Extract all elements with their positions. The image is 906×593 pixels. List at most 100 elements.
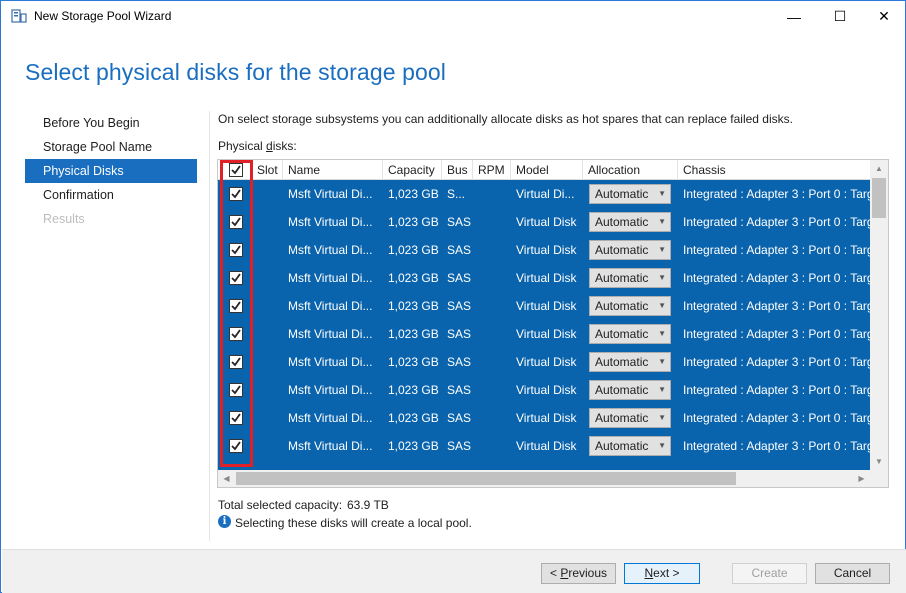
cell-capacity: 1,023 GB bbox=[388, 439, 439, 453]
row-checkbox[interactable] bbox=[229, 243, 243, 257]
cell-name: Msft Virtual Di... bbox=[288, 439, 373, 453]
nav-item-physical-disks[interactable]: Physical Disks bbox=[25, 159, 197, 183]
cell-bus: SAS bbox=[447, 411, 472, 425]
cancel-button[interactable]: Cancel bbox=[815, 563, 890, 584]
wizard-window: New Storage Pool Wizard — ☐ ✕ Select phy… bbox=[0, 0, 906, 593]
allocation-dropdown[interactable]: Automatic ▼ bbox=[589, 184, 671, 204]
row-checkbox[interactable] bbox=[229, 187, 243, 201]
table-row[interactable]: Msft Virtual Di... 1,023 GB SAS Virtual … bbox=[218, 376, 870, 404]
next-access-key: N bbox=[644, 566, 654, 580]
minimize-button[interactable]: — bbox=[771, 1, 817, 32]
row-checkbox[interactable] bbox=[229, 271, 243, 285]
table-row[interactable]: Msft Virtual Di... 1,023 GB SAS Virtual … bbox=[218, 292, 870, 320]
scroll-left-icon[interactable]: ◀ bbox=[218, 470, 235, 487]
cell-capacity: 1,023 GB bbox=[388, 327, 439, 341]
previous-button[interactable]: < Previous bbox=[541, 563, 616, 584]
physical-disks-label: Physical disks: bbox=[218, 139, 297, 153]
vertical-scrollbar[interactable]: ▲ ▼ bbox=[870, 160, 888, 470]
allocation-dropdown[interactable]: Automatic ▼ bbox=[589, 380, 671, 400]
table-row[interactable]: Msft Virtual Di... 1,023 GB SAS Virtual … bbox=[218, 236, 870, 264]
table-row[interactable]: Msft Virtual Di... 1,023 GB SAS Virtual … bbox=[218, 404, 870, 432]
row-checkbox[interactable] bbox=[229, 327, 243, 341]
table-row[interactable]: Msft Virtual Di... 1,023 GB SAS Virtual … bbox=[218, 432, 870, 460]
cell-bus: SAS bbox=[447, 215, 472, 229]
cell-model: Virtual Disk bbox=[516, 355, 577, 369]
select-all-checkbox[interactable] bbox=[229, 163, 243, 177]
cell-capacity: 1,023 GB bbox=[388, 271, 439, 285]
scroll-up-icon[interactable]: ▲ bbox=[870, 160, 888, 177]
window-title: New Storage Pool Wizard bbox=[34, 9, 172, 23]
nav-item-storage-pool-name[interactable]: Storage Pool Name bbox=[25, 135, 197, 159]
cell-model: Virtual Disk bbox=[516, 271, 577, 285]
physical-disks-label-prefix: Physical bbox=[218, 139, 267, 153]
column-header-bus[interactable]: Bus bbox=[442, 160, 473, 180]
header-select-all[interactable] bbox=[218, 160, 252, 180]
cell-capacity: 1,023 GB bbox=[388, 243, 439, 257]
row-checkbox[interactable] bbox=[229, 383, 243, 397]
column-header-capacity[interactable]: Capacity bbox=[383, 160, 442, 180]
allocation-dropdown[interactable]: Automatic ▼ bbox=[589, 240, 671, 260]
chevron-down-icon: ▼ bbox=[658, 217, 666, 226]
row-checkbox[interactable] bbox=[229, 299, 243, 313]
row-checkbox[interactable] bbox=[229, 439, 243, 453]
scroll-right-icon[interactable]: ▶ bbox=[853, 470, 870, 487]
grid-rows: Msft Virtual Di... 1,023 GB S... Virtual… bbox=[218, 180, 870, 470]
info-icon: i bbox=[218, 515, 231, 528]
column-header-rpm[interactable]: RPM bbox=[473, 160, 511, 180]
column-header-chassis[interactable]: Chassis bbox=[678, 160, 870, 180]
allocation-dropdown[interactable]: Automatic ▼ bbox=[589, 296, 671, 316]
cell-rpm bbox=[473, 180, 511, 208]
row-checkbox[interactable] bbox=[229, 215, 243, 229]
nav-item-confirmation[interactable]: Confirmation bbox=[25, 183, 197, 207]
table-row[interactable]: Msft Virtual Di... 1,023 GB SAS Virtual … bbox=[218, 348, 870, 376]
next-button[interactable]: Next > bbox=[624, 563, 700, 584]
close-button[interactable]: ✕ bbox=[861, 1, 906, 32]
column-header-name[interactable]: Name bbox=[283, 160, 383, 180]
cell-model: Virtual Disk bbox=[516, 299, 577, 313]
cell-name: Msft Virtual Di... bbox=[288, 215, 373, 229]
row-checkbox[interactable] bbox=[229, 355, 243, 369]
cell-bus: SAS bbox=[447, 355, 472, 369]
previous-label-prefix: < bbox=[549, 566, 561, 580]
allocation-dropdown[interactable]: Automatic ▼ bbox=[589, 324, 671, 344]
allocation-dropdown[interactable]: Automatic ▼ bbox=[589, 212, 671, 232]
nav-item-results: Results bbox=[43, 212, 85, 226]
chevron-down-icon: ▼ bbox=[658, 413, 666, 422]
table-row[interactable]: Msft Virtual Di... 1,023 GB SAS Virtual … bbox=[218, 208, 870, 236]
cell-slot bbox=[252, 236, 283, 264]
physical-disks-grid[interactable]: Slot Name Capacity Bus RPM Model Allocat… bbox=[217, 159, 889, 488]
cell-name: Msft Virtual Di... bbox=[288, 187, 373, 201]
cell-chassis: Integrated : Adapter 3 : Port 0 : Targ bbox=[683, 439, 870, 453]
cell-model: Virtual Disk bbox=[516, 327, 577, 341]
column-header-slot[interactable]: Slot bbox=[252, 160, 283, 180]
cell-chassis: Integrated : Adapter 3 : Port 0 : Targ bbox=[683, 299, 870, 313]
info-message: Selecting these disks will create a loca… bbox=[235, 516, 472, 530]
table-row[interactable]: Msft Virtual Di... 1,023 GB SAS Virtual … bbox=[218, 264, 870, 292]
scroll-down-icon[interactable]: ▼ bbox=[870, 453, 888, 470]
maximize-button[interactable]: ☐ bbox=[817, 1, 863, 32]
row-checkbox[interactable] bbox=[229, 411, 243, 425]
allocation-value: Automatic bbox=[595, 355, 649, 369]
allocation-dropdown[interactable]: Automatic ▼ bbox=[589, 268, 671, 288]
table-row[interactable]: Msft Virtual Di... 1,023 GB SAS Virtual … bbox=[218, 320, 870, 348]
create-button[interactable]: Create bbox=[732, 563, 807, 584]
column-header-allocation[interactable]: Allocation bbox=[583, 160, 678, 180]
horizontal-scroll-thumb[interactable] bbox=[236, 472, 736, 485]
allocation-value: Automatic bbox=[595, 383, 649, 397]
allocation-dropdown[interactable]: Automatic ▼ bbox=[589, 352, 671, 372]
column-header-model[interactable]: Model bbox=[511, 160, 583, 180]
horizontal-scrollbar[interactable]: ◀ ▶ bbox=[218, 470, 870, 487]
vertical-scroll-thumb[interactable] bbox=[872, 178, 886, 218]
button-bar: < Previous Next > Create Cancel bbox=[2, 549, 906, 593]
cell-rpm bbox=[473, 348, 511, 376]
nav-item-before-you-begin[interactable]: Before You Begin bbox=[25, 111, 197, 135]
allocation-dropdown[interactable]: Automatic ▼ bbox=[589, 408, 671, 428]
table-row[interactable]: Msft Virtual Di... 1,023 GB S... Virtual… bbox=[218, 180, 870, 208]
cell-bus: SAS bbox=[447, 439, 472, 453]
storage-pool-icon bbox=[11, 9, 27, 23]
chevron-down-icon: ▼ bbox=[658, 273, 666, 282]
table-row-partial[interactable] bbox=[218, 460, 870, 470]
allocation-dropdown[interactable]: Automatic ▼ bbox=[589, 436, 671, 456]
cell-slot bbox=[252, 432, 283, 460]
cell-name: Msft Virtual Di... bbox=[288, 299, 373, 313]
